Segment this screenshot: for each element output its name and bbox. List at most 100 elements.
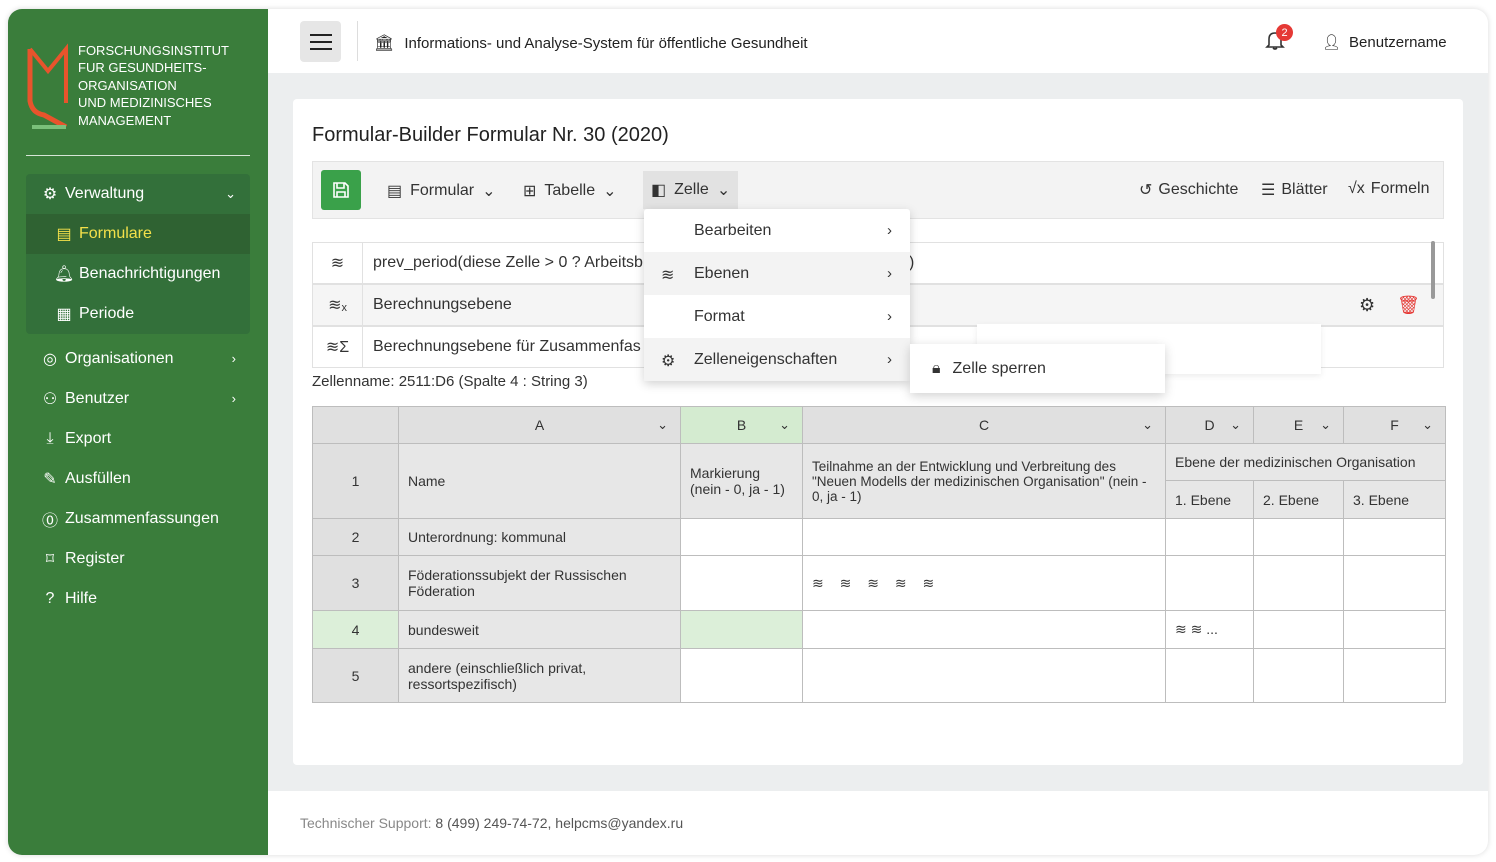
column-header-e[interactable]: E ⌄ [1253, 406, 1344, 444]
settings-icon[interactable]: ⚙ [1359, 295, 1375, 316]
column-header-b[interactable]: B ⌄ [680, 406, 803, 444]
table-cell[interactable] [1343, 610, 1446, 649]
chevron-down-icon[interactable]: ⌄ [657, 417, 668, 433]
row-number[interactable]: 4 [312, 610, 399, 649]
table-cell[interactable] [680, 555, 803, 611]
sidebar-item-export[interactable]: ⤓ Export [26, 419, 250, 459]
formeln-button[interactable]: √x Formeln [1348, 180, 1429, 198]
sidebar-item-ausfuellen[interactable]: ✎ Ausfüllen [26, 459, 250, 499]
delete-icon[interactable]: 🗑︎ [1397, 295, 1420, 316]
cell-properties-submenu: 🔒︎ Zelle sperren [910, 344, 1165, 393]
sidebar-item-hilfe[interactable]: ? Hilfe [26, 579, 250, 619]
table-cell[interactable] [1343, 518, 1446, 556]
geschichte-button[interactable]: ↺ Geschichte [1139, 180, 1238, 200]
table-cell[interactable] [1165, 555, 1254, 611]
chevron-down-icon[interactable]: ⌄ [1422, 417, 1433, 433]
table-cell[interactable]: ≋ ≋ ... [1165, 610, 1254, 649]
table-cell[interactable]: Teilnahme an der Entwicklung und Verbrei… [802, 443, 1166, 519]
table-cell[interactable]: ≋ ≋ ≋ ≋ ≋ [802, 555, 1166, 611]
sidebar-item-label: Formulare [79, 225, 152, 242]
sidebar-item-benachrichtigungen[interactable]: 🔔︎ Benachrichtigungen [26, 254, 250, 294]
table-cell[interactable]: Unterordnung: kommunal [398, 518, 681, 556]
blaetter-label: Blätter [1281, 181, 1328, 198]
formular-label: Formular [410, 182, 475, 199]
sidebar-item-label: Hilfe [65, 590, 98, 607]
scrollbar[interactable] [1431, 241, 1435, 299]
table-cell[interactable] [1253, 648, 1344, 703]
table-row: 1 Name Markierung (nein - 0, ja - 1) Tei… [312, 443, 1446, 519]
row-number[interactable]: 1 [312, 443, 399, 519]
users-icon: ⚇ [42, 391, 58, 408]
sidebar-item-label: Export [65, 430, 112, 447]
table-cell[interactable]: Ebene der medizinischen Organisation [1165, 443, 1446, 481]
sidebar-item-zusammenfassungen[interactable]: ⓪ Zusammenfassungen [26, 499, 250, 539]
column-header-f[interactable]: F ⌄ [1343, 406, 1446, 444]
table-cell[interactable] [680, 648, 803, 703]
location-icon: ◎ [43, 351, 57, 368]
table-cell[interactable]: Föderationssubjekt der Russischen Födera… [398, 555, 681, 611]
column-header-c[interactable]: C ⌄ [802, 406, 1166, 444]
sidebar-item-label: Ausfüllen [65, 470, 131, 487]
row-number[interactable]: 2 [312, 518, 399, 556]
tabelle-menu-button[interactable]: ⊞ Tabelle ⌄ [515, 171, 625, 211]
table-cell[interactable]: 3. Ebene [1343, 480, 1446, 519]
save-button[interactable] [321, 170, 361, 210]
sidebar-item-organisationen[interactable]: ◎ Organisationen › [26, 339, 250, 379]
table-cell[interactable]: 1. Ebene [1165, 480, 1254, 519]
row-number[interactable]: 5 [312, 648, 399, 703]
layer-text: Berechnungsebene für Zusammenfas [373, 338, 641, 355]
table-cell[interactable] [680, 518, 803, 556]
chevron-down-icon[interactable]: ⌄ [1230, 417, 1241, 433]
sidebar-item-periode[interactable]: ▦ Periode [26, 294, 250, 334]
table-cell[interactable] [1253, 610, 1344, 649]
table-cell[interactable] [1343, 648, 1446, 703]
chevron-down-icon[interactable]: ⌄ [1320, 417, 1331, 433]
user-name: Benutzername [1349, 33, 1447, 51]
column-header-d[interactable]: D ⌄ [1165, 406, 1254, 444]
table-cell[interactable]: Markierung (nein - 0, ja - 1) [680, 443, 803, 519]
menu-item-ebenen[interactable]: ≋ Ebenen › [644, 252, 910, 295]
layer-icons: ≋ ≋ [1175, 621, 1207, 637]
table-cell[interactable] [802, 518, 1166, 556]
menu-item-zelleneigenschaften[interactable]: ⚙ Zelleneigenschaften › [644, 338, 910, 381]
menu-toggle-button[interactable] [300, 21, 341, 62]
table-cell[interactable] [1343, 555, 1446, 611]
table-cell[interactable] [1253, 555, 1344, 611]
table-cell[interactable] [1253, 518, 1344, 556]
column-letter: C [978, 417, 990, 433]
org-line: MANAGEMENT [78, 112, 172, 128]
calendar-icon: ▦ [56, 306, 72, 323]
table-cell[interactable] [680, 610, 803, 649]
row-number[interactable]: 3 [312, 555, 399, 611]
menu-item-format[interactable]: Format › [644, 295, 910, 338]
chevron-down-icon[interactable]: ⌄ [1142, 417, 1153, 433]
sidebar-item-benutzer[interactable]: ⚇ Benutzer › [26, 379, 250, 419]
sidebar-item-formulare[interactable]: ▤ Formulare [26, 214, 250, 254]
sidebar-item-register[interactable]: ⌑ Register [26, 539, 250, 579]
lock-cell-menu-item[interactable]: Zelle sperren [953, 360, 1046, 378]
list-icon: ☰ [1261, 182, 1276, 199]
org-line: FUR GESUNDHEITS- [78, 60, 207, 76]
table-cell[interactable]: andere (einschließlich privat, ressortsp… [398, 648, 681, 703]
table-cell[interactable]: bundesweit [398, 610, 681, 649]
menu-item-bearbeiten[interactable]: Bearbeiten › [644, 209, 910, 252]
table-cell[interactable] [1165, 518, 1254, 556]
table-cell[interactable]: 2. Ebene [1253, 480, 1344, 519]
table-cell[interactable]: Name [398, 443, 681, 519]
org-line: UND MEDIZINISCHES [78, 95, 212, 111]
blaetter-button[interactable]: ☰ Blätter [1261, 180, 1328, 200]
chevron-down-icon[interactable]: ⌄ [779, 417, 790, 433]
geschichte-label: Geschichte [1158, 181, 1239, 198]
more-indicator: ... [1206, 621, 1218, 637]
zelle-menu-button[interactable]: ◧ Zelle ⌄ [643, 171, 739, 209]
table-cell[interactable] [802, 610, 1166, 649]
footer: Technischer Support: 8 (499) 249-74-72, … [268, 791, 1488, 855]
user-menu[interactable]: 👤︎ Benutzername [1322, 33, 1447, 52]
sidebar-item-verwaltung[interactable]: ⚙ Verwaltung ⌄ [26, 174, 250, 214]
formular-menu-button[interactable]: ▤ Formular ⌄ [379, 171, 504, 211]
column-header-a[interactable]: A ⌄ [398, 406, 681, 444]
table-cell[interactable] [1165, 648, 1254, 703]
sidebar-item-label: Register [65, 550, 125, 567]
chevron-right-icon: › [887, 222, 892, 239]
table-cell[interactable] [802, 648, 1166, 703]
